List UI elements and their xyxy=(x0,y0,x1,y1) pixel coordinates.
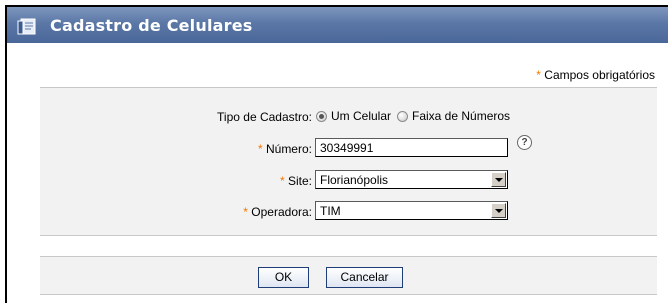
operadora-select[interactable]: TIM xyxy=(315,201,508,220)
site-dropdown-arrow-icon[interactable] xyxy=(491,172,506,187)
operadora-select-value: TIM xyxy=(320,204,341,218)
radio-um-celular-dot[interactable] xyxy=(316,110,327,122)
window-title: Cadastro de Celulares xyxy=(50,16,253,35)
radio-faixa-numeros[interactable]: Faixa de Números xyxy=(397,109,510,123)
phonebook-icon xyxy=(17,18,36,35)
tipo-cadastro-label: Tipo de Cadastro: xyxy=(217,110,312,124)
site-label-text: Site: xyxy=(284,174,312,188)
radio-faixa-numeros-dot[interactable] xyxy=(397,110,408,122)
site-select[interactable]: Florianópolis xyxy=(315,170,508,189)
row-operadora: * Operadora: TIM xyxy=(40,201,657,223)
operadora-label-text: Operadora: xyxy=(247,205,312,219)
radio-um-celular[interactable]: Um Celular xyxy=(316,109,391,123)
cancel-button[interactable]: Cancelar xyxy=(326,267,403,288)
numero-label: * Número: xyxy=(258,142,312,156)
operadora-label: * Operadora: xyxy=(243,205,312,219)
form-panel: Tipo de Cadastro: Um Celular Faixa de Nú… xyxy=(40,87,657,236)
row-site: * Site: Florianópolis xyxy=(40,170,657,192)
row-numero: * Número: 30349991 ? xyxy=(40,135,657,160)
help-icon[interactable]: ? xyxy=(517,135,532,150)
site-select-value: Florianópolis xyxy=(320,173,389,187)
operadora-dropdown-arrow-icon[interactable] xyxy=(491,203,506,218)
button-panel: OK Cancelar xyxy=(40,256,657,295)
required-note-text: Campos obrigatórios xyxy=(540,68,655,82)
row-tipo-cadastro: Tipo de Cadastro: Um Celular Faixa de Nú… xyxy=(40,106,657,128)
numero-input[interactable]: 30349991 xyxy=(315,138,508,157)
required-fields-note: * Campos obrigatórios xyxy=(536,68,655,82)
ok-button[interactable]: OK xyxy=(258,267,309,288)
radio-faixa-numeros-label: Faixa de Números xyxy=(412,109,511,123)
title-bar: Cadastro de Celulares xyxy=(7,7,668,43)
dialog-window: Cadastro de Celulares * Campos obrigatór… xyxy=(5,5,668,303)
site-label: * Site: xyxy=(280,174,312,188)
radio-um-celular-label: Um Celular xyxy=(331,109,392,123)
numero-label-text: Número: xyxy=(262,142,312,156)
